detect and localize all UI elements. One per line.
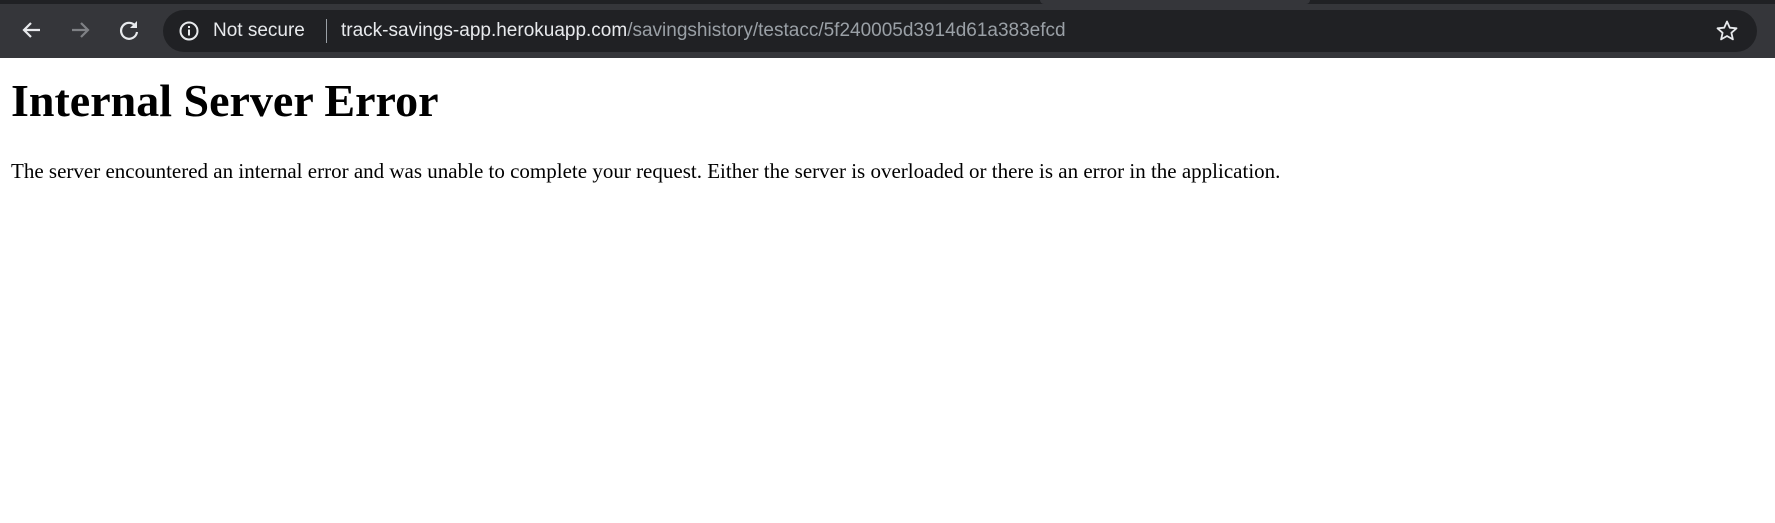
reload-button[interactable]: [112, 14, 146, 46]
url-text[interactable]: track-savings-app.herokuapp.com/savingsh…: [341, 20, 1066, 42]
browser-toolbar: Not secure track-savings-app.herokuapp.c…: [0, 0, 1775, 58]
url-host: track-savings-app.herokuapp.com: [341, 20, 628, 41]
star-icon[interactable]: [1715, 19, 1739, 43]
forward-button[interactable]: [63, 14, 97, 46]
back-arrow-icon: [22, 22, 40, 38]
security-label[interactable]: Not secure: [213, 20, 305, 42]
back-button[interactable]: [15, 14, 49, 46]
separator: [326, 19, 327, 43]
error-message: The server encountered an internal error…: [11, 159, 1281, 183]
address-bar[interactable]: Not secure track-savings-app.herokuapp.c…: [163, 10, 1757, 52]
tab-strip: [0, 0, 1775, 4]
reload-icon: [120, 21, 139, 40]
tab[interactable]: [1040, 0, 1310, 4]
info-icon[interactable]: [179, 21, 199, 41]
url-path: /savingshistory/testacc/5f240005d3914d61…: [627, 20, 1066, 41]
forward-arrow-icon: [72, 22, 90, 38]
page-title: Internal Server Error: [11, 75, 439, 126]
